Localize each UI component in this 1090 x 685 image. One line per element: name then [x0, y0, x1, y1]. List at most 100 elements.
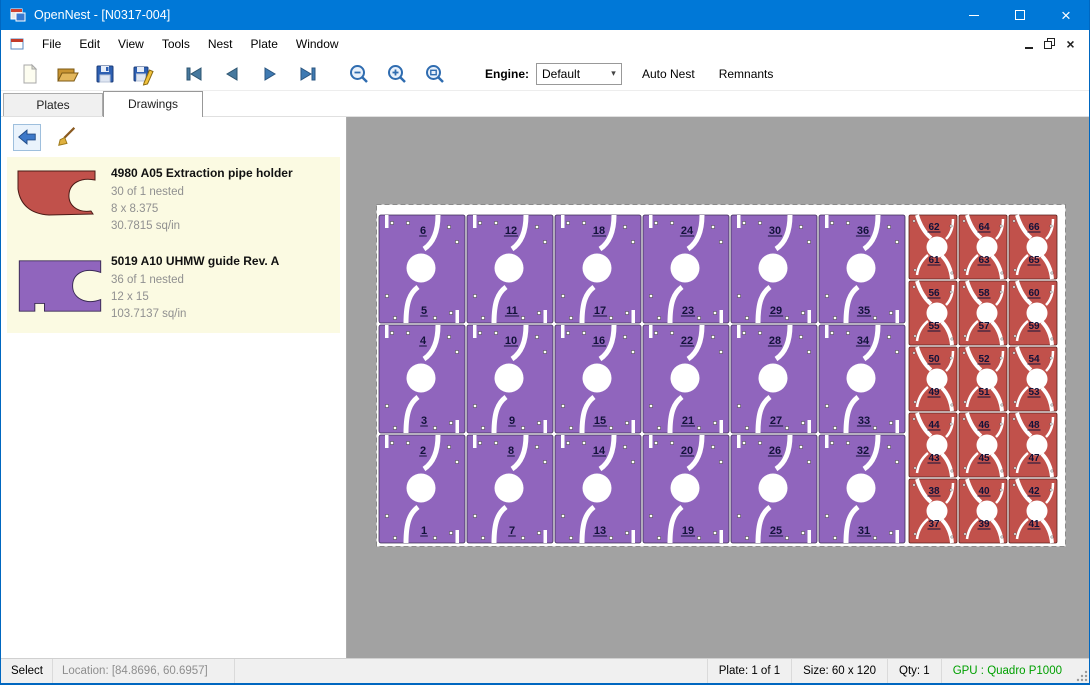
menu-view[interactable]: View [109, 32, 153, 56]
part-number: 39 [978, 519, 990, 530]
nav-prev-button[interactable] [216, 60, 248, 88]
part-number: 55 [928, 321, 940, 332]
back-button[interactable] [13, 124, 41, 151]
close-icon: × [1061, 7, 1071, 24]
nested-part-pair-red[interactable]: 4443 [909, 413, 957, 477]
mdi-minimize-button[interactable] [1018, 34, 1039, 53]
list-item[interactable]: 5019 A10 UHMW guide Rev. A 36 of 1 neste… [7, 245, 340, 333]
zoom-fit-button[interactable] [419, 60, 451, 88]
minimize-icon [969, 15, 979, 16]
nest-canvas[interactable]: 6512111817242330293635431091615222128273… [347, 117, 1089, 658]
nested-part-pair-red[interactable]: 4241 [1009, 479, 1057, 543]
nested-part-pair-purple[interactable]: 2019 [643, 435, 729, 543]
part-number: 40 [978, 486, 990, 497]
nested-part-pair-red[interactable]: 6261 [909, 215, 957, 279]
zoom-in-button[interactable] [381, 60, 413, 88]
broom-icon [56, 126, 78, 148]
menu-nest[interactable]: Nest [199, 32, 242, 56]
nested-part-pair-purple[interactable]: 2625 [731, 435, 817, 543]
nested-part-pair-purple[interactable]: 1211 [467, 215, 553, 323]
nested-part-pair-red[interactable]: 5049 [909, 347, 957, 411]
mdi-close-button[interactable]: × [1060, 34, 1081, 53]
remnants-button[interactable]: Remnants [715, 63, 778, 85]
mdi-restore-button[interactable] [1039, 34, 1060, 53]
menu-file[interactable]: File [33, 32, 70, 56]
drawing-list: 4980 A05 Extraction pipe holder 30 of 1 … [7, 157, 340, 333]
new-button[interactable] [13, 60, 45, 88]
nested-part-pair-purple[interactable]: 2827 [731, 325, 817, 433]
cleanup-button[interactable] [53, 124, 81, 151]
nested-part-pair-purple[interactable]: 65 [379, 215, 465, 323]
nested-part-pair-red[interactable]: 5453 [1009, 347, 1057, 411]
first-arrow-icon [182, 62, 206, 86]
close-button[interactable]: × [1043, 0, 1089, 30]
nested-part-pair-purple[interactable]: 3635 [819, 215, 905, 323]
plate[interactable]: 6512111817242330293635431091615222128273… [376, 204, 1066, 547]
title-bar: OpenNest - [N0317-004] × [1, 0, 1089, 30]
part-number: 9 [509, 415, 515, 427]
nested-part-pair-purple[interactable]: 1413 [555, 435, 641, 543]
list-item[interactable]: 4980 A05 Extraction pipe holder 30 of 1 … [7, 157, 340, 245]
menu-tools[interactable]: Tools [153, 32, 199, 56]
open-button[interactable] [51, 60, 83, 88]
menu-plate[interactable]: Plate [242, 32, 287, 56]
nested-part-pair-red[interactable]: 3837 [909, 479, 957, 543]
nav-first-button[interactable] [178, 60, 210, 88]
menu-edit[interactable]: Edit [70, 32, 109, 56]
tab-plates[interactable]: Plates [3, 93, 103, 116]
document-icon[interactable] [9, 36, 25, 52]
tab-drawings[interactable]: Drawings [103, 91, 203, 117]
nested-part-pair-red[interactable]: 6463 [959, 215, 1007, 279]
part-number: 13 [594, 525, 606, 537]
part-number: 4 [420, 335, 427, 347]
nested-part-pair-red[interactable]: 5251 [959, 347, 1007, 411]
nested-part-pair-red[interactable]: 40 39 [959, 479, 1007, 543]
part-size: 8 x 8.375 [111, 201, 293, 218]
part-title: 5019 A10 UHMW guide Rev. A [111, 251, 279, 268]
nested-part-pair-purple[interactable]: 3231 [819, 435, 905, 543]
minimize-button[interactable] [951, 0, 997, 30]
part-number: 25 [770, 525, 782, 537]
status-plate: Plate: 1 of 1 [707, 659, 791, 683]
nav-next-button[interactable] [254, 60, 286, 88]
save-as-button[interactable] [127, 60, 159, 88]
maximize-button[interactable] [997, 0, 1043, 30]
engine-select[interactable]: Default ▾ [536, 63, 622, 85]
nested-part-pair-red[interactable]: 5857 [959, 281, 1007, 345]
save-button[interactable] [89, 60, 121, 88]
nested-part-pair-red[interactable]: 56 55 [909, 281, 957, 345]
nested-part-pair-red[interactable]: 6059 [1009, 281, 1057, 345]
zoom-out-button[interactable] [343, 60, 375, 88]
main-toolbar: Engine: Default ▾ Auto Nest Remnants [1, 57, 1089, 91]
part-number: 32 [857, 445, 869, 457]
save-icon [93, 62, 117, 86]
nested-part-pair-red[interactable]: 4645 [959, 413, 1007, 477]
nested-part-pair-purple[interactable]: 2221 [643, 325, 729, 433]
part-number: 57 [978, 321, 990, 332]
new-file-icon [17, 62, 41, 86]
nested-part-pair-purple[interactable]: 1615 [555, 325, 641, 433]
part-number: 18 [593, 225, 605, 237]
auto-nest-button[interactable]: Auto Nest [638, 63, 699, 85]
part-number: 56 [928, 288, 940, 299]
nav-last-button[interactable] [292, 60, 324, 88]
menu-bar: File Edit View Tools Nest Plate Window × [1, 30, 1089, 57]
nested-part-pair-red[interactable]: 6665 [1009, 215, 1057, 279]
panel-toolbar [1, 117, 346, 157]
nested-part-pair-purple[interactable]: 109 [467, 325, 553, 433]
part-number: 20 [681, 445, 693, 457]
resize-grip[interactable] [1073, 659, 1089, 683]
nested-part-pair-purple[interactable]: 3433 [819, 325, 905, 433]
part-number: 66 [1028, 222, 1040, 233]
nested-part-pair-purple[interactable]: 87 [467, 435, 553, 543]
nested-part-pair-purple[interactable]: 1817 [555, 215, 641, 323]
part-nested-count: 36 of 1 nested [111, 272, 279, 289]
nested-part-pair-purple[interactable]: 3029 [731, 215, 817, 323]
nested-part-pair-red[interactable]: 4847 [1009, 413, 1057, 477]
nested-part-pair-purple[interactable]: 21 [379, 435, 465, 543]
part-number: 11 [506, 305, 518, 317]
nested-part-pair-purple[interactable]: 43 [379, 325, 465, 433]
nested-part-pair-purple[interactable]: 2423 [643, 215, 729, 323]
arrow-left-icon [16, 126, 38, 148]
menu-window[interactable]: Window [287, 32, 348, 56]
